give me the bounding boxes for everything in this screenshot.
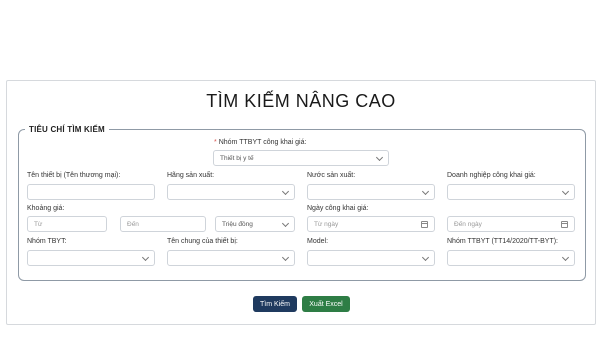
common-name-select[interactable] bbox=[167, 250, 295, 266]
country-label: Nước sản xuất: bbox=[307, 172, 356, 179]
chevron-down-icon bbox=[561, 253, 570, 262]
chevron-down-icon bbox=[375, 153, 384, 162]
chevron-down-icon bbox=[281, 219, 290, 228]
publish-date-to-input[interactable]: Đến ngày bbox=[447, 216, 575, 232]
country-select[interactable] bbox=[307, 184, 435, 200]
price-range-label: Khoảng giá: bbox=[27, 205, 65, 212]
chevron-down-icon bbox=[421, 253, 430, 262]
price-unit-value: Triệu đồng bbox=[222, 220, 253, 228]
group-select[interactable]: Thiết bị y tế bbox=[213, 150, 389, 166]
manufacturer-label: Hãng sản xuất: bbox=[167, 172, 215, 179]
model-select[interactable] bbox=[307, 250, 435, 266]
calendar-icon[interactable] bbox=[561, 221, 568, 228]
export-excel-button[interactable]: Xuất Excel bbox=[302, 296, 350, 312]
search-criteria-legend: TIÊU CHÍ TÌM KIẾM bbox=[29, 125, 105, 134]
price-from-placeholder: Từ bbox=[34, 220, 43, 228]
chevron-down-icon bbox=[421, 187, 430, 196]
company-select[interactable] bbox=[447, 184, 575, 200]
group-select-value: Thiết bị y tế bbox=[220, 154, 254, 162]
manufacturer-select[interactable] bbox=[167, 184, 295, 200]
calendar-icon[interactable] bbox=[421, 221, 428, 228]
publish-date-label: Ngày công khai giá: bbox=[307, 205, 369, 212]
chevron-down-icon bbox=[141, 253, 150, 262]
advanced-search-panel: TÌM KIẾM NÂNG CAO TIÊU CHÍ TÌM KIẾM bbox=[6, 80, 596, 325]
group-label-text: Nhóm TTBYT công khai giá: bbox=[218, 139, 307, 146]
group-label: * Nhóm TTBYT công khai giá: bbox=[214, 139, 306, 146]
tt14-group-label: Nhóm TTBYT (TT14/2020/TT-BYT): bbox=[447, 238, 558, 245]
device-name-input[interactable] bbox=[27, 184, 155, 200]
page-title: TÌM KIẾM NÂNG CAO bbox=[206, 91, 396, 111]
search-button[interactable]: Tìm Kiếm bbox=[253, 296, 297, 312]
price-unit-select[interactable]: Triệu đồng bbox=[215, 216, 295, 232]
price-to-input[interactable]: Đến bbox=[120, 216, 206, 232]
tbyt-group-select[interactable] bbox=[27, 250, 155, 266]
publish-date-from-input[interactable]: Từ ngày bbox=[307, 216, 435, 232]
price-to-placeholder: Đến bbox=[127, 220, 139, 228]
chevron-down-icon bbox=[281, 187, 290, 196]
publish-date-to-placeholder: Đến ngày bbox=[454, 220, 482, 228]
chevron-down-icon bbox=[281, 253, 290, 262]
model-label: Model: bbox=[307, 238, 329, 245]
publish-date-from-placeholder: Từ ngày bbox=[314, 220, 339, 228]
tt14-group-select[interactable] bbox=[447, 250, 575, 266]
required-marker: * bbox=[214, 139, 217, 146]
common-name-label: Tên chung của thiết bị: bbox=[167, 238, 238, 245]
chevron-down-icon bbox=[561, 187, 570, 196]
price-from-input[interactable]: Từ bbox=[27, 216, 107, 232]
tbyt-group-label: Nhóm TBYT: bbox=[27, 238, 67, 245]
company-label: Doanh nghiệp công khai giá: bbox=[447, 172, 536, 179]
device-name-label: Tên thiết bị (Tên thương mại): bbox=[27, 172, 121, 179]
